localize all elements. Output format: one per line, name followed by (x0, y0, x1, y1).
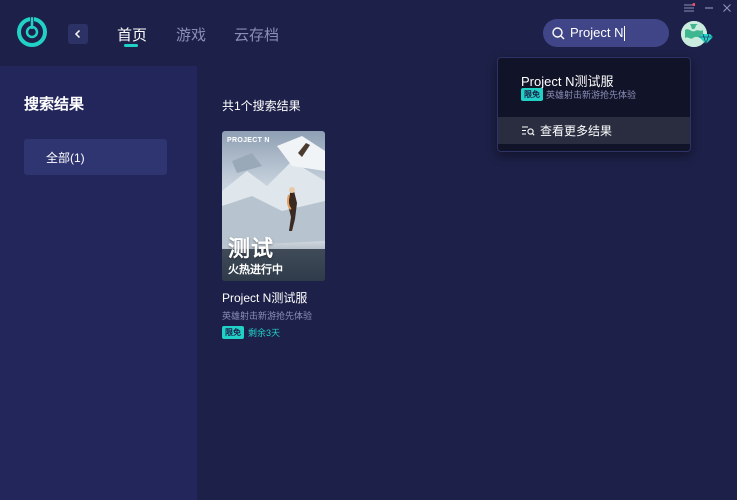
game-description: 英雄射击新游抢先体验 (222, 311, 313, 321)
active-tab-indicator (124, 44, 138, 47)
menu-icon (684, 3, 695, 12)
suggestion-description: 英雄射击新游抢先体验 (546, 90, 637, 100)
game-card[interactable]: PROJECT N 测试 火热进行中 Project N测试服 英雄射击新游抢先… (222, 131, 325, 339)
free-badge: 限免 (222, 326, 244, 339)
close-button[interactable] (720, 2, 734, 14)
chevron-left-icon (74, 29, 81, 39)
tab-games[interactable]: 游戏 (176, 24, 206, 45)
search-icon (552, 26, 565, 39)
search-suggestions-dropdown: Project N测试服 限免 英雄射击新游抢先体验 查看更多结果 (497, 57, 691, 152)
filter-all-button[interactable]: 全部(1) (24, 139, 167, 175)
list-search-icon (522, 125, 535, 136)
sidebar: 搜索结果 全部(1) (0, 66, 197, 500)
cover-subtitle-text: 火热进行中 (228, 264, 283, 276)
suggestion-free-badge: 限免 (521, 88, 543, 101)
suggestion-tags: 限免 英雄射击新游抢先体验 (521, 88, 636, 101)
app-logo-icon[interactable] (16, 15, 48, 49)
remaining-time: 剩余3天 (248, 328, 281, 338)
close-icon (723, 4, 731, 12)
sidebar-title: 搜索结果 (24, 96, 85, 113)
tab-cloud-saves[interactable]: 云存档 (234, 24, 279, 45)
view-more-results-button[interactable]: 查看更多结果 (498, 117, 690, 144)
text-caret (624, 26, 626, 42)
result-count: 共1个搜索结果 (222, 99, 301, 113)
minimize-button[interactable] (702, 2, 716, 14)
game-name[interactable]: Project N测试服 (222, 289, 325, 306)
menu-button[interactable] (682, 2, 696, 14)
back-button[interactable] (68, 24, 88, 44)
game-cover-image[interactable]: PROJECT N 测试 火热进行中 (222, 131, 325, 281)
game-tags: 限免 剩余3天 (222, 326, 325, 339)
search-input-value: Project N (570, 24, 624, 40)
search-input[interactable]: Project N (543, 19, 669, 47)
minimize-icon (705, 7, 713, 9)
view-more-results-label: 查看更多结果 (540, 124, 613, 138)
diamond-vip-icon (699, 33, 713, 45)
tab-home[interactable]: 首页 (117, 24, 147, 45)
cover-title-text: 测试 (228, 236, 275, 261)
cover-brand-text: PROJECT N (227, 137, 270, 144)
